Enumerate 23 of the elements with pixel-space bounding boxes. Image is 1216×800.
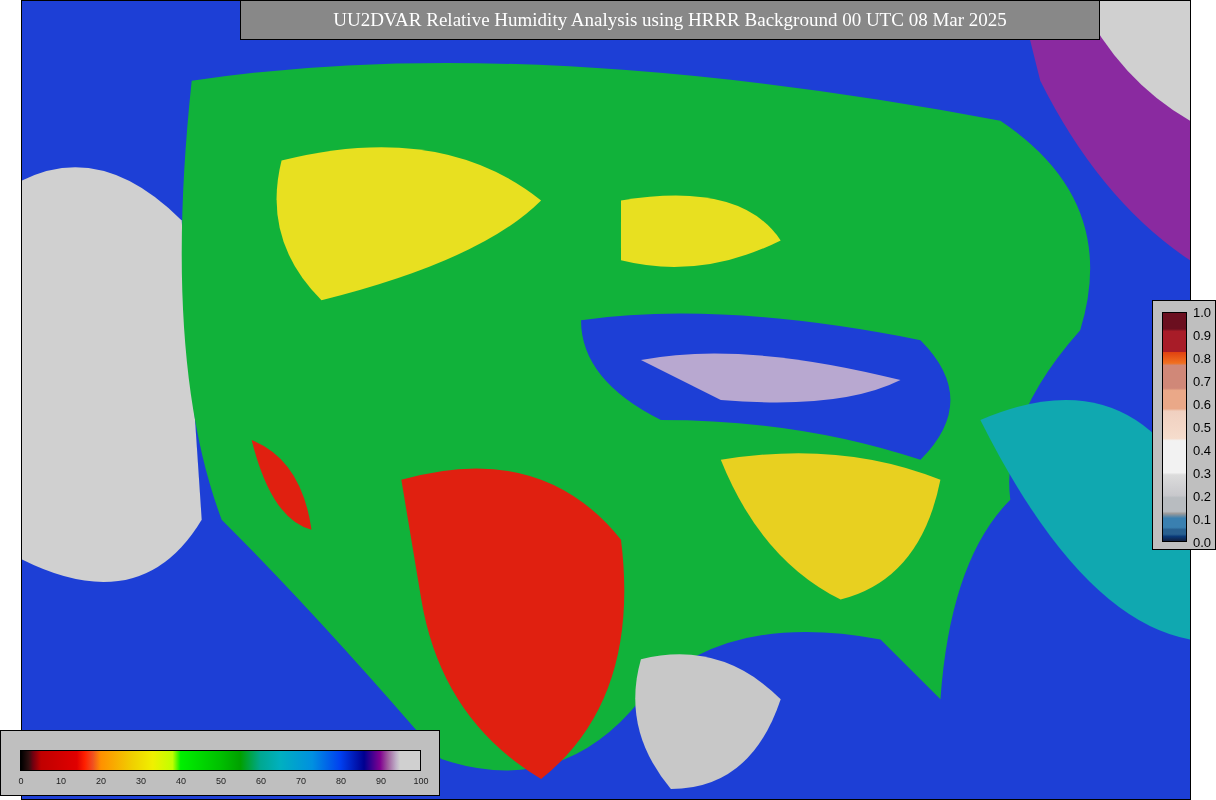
- tick-label: 0.6: [1193, 396, 1212, 412]
- tick-label: 10: [56, 775, 66, 787]
- tick-label: 0.4: [1193, 442, 1212, 458]
- tick-label: 0: [18, 775, 24, 787]
- tick-label: 20: [96, 775, 106, 787]
- tick-label: 0.1: [1193, 511, 1212, 527]
- tick-label: 0.5: [1193, 419, 1212, 435]
- tick-label: 30: [136, 775, 146, 787]
- tick-label: 100: [413, 775, 429, 787]
- tick-label: 80: [336, 775, 346, 787]
- tick-label: 90: [376, 775, 386, 787]
- tick-label: 1.0: [1193, 304, 1212, 320]
- tick-label: 40: [176, 775, 186, 787]
- tick-label: 0.3: [1193, 465, 1212, 481]
- tick-label: 0.0: [1193, 534, 1212, 550]
- tick-label: 0.8: [1193, 350, 1212, 366]
- tick-label: 0.2: [1193, 488, 1212, 504]
- tick-label: 50: [216, 775, 226, 787]
- tick-label: 70: [296, 775, 306, 787]
- tick-label: 0.9: [1193, 327, 1212, 343]
- tick-label: 0.7: [1193, 373, 1212, 389]
- tick-label: 60: [256, 775, 266, 787]
- map-title: UU2DVAR Relative Humidity Analysis using HRRR Background 00 UTC 08 Mar 2025: [240, 0, 1100, 40]
